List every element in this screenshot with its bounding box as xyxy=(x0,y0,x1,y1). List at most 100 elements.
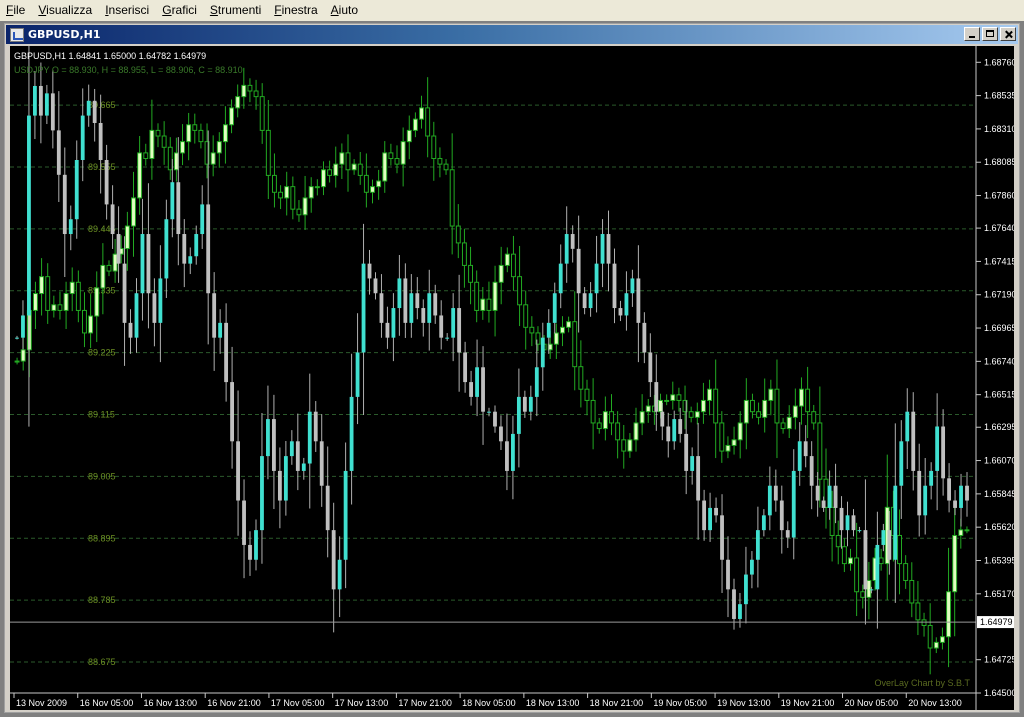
price-candle-body xyxy=(463,352,468,383)
price-candle-body xyxy=(624,293,629,316)
overlay-candle-body xyxy=(664,399,670,402)
price-candle-body xyxy=(236,441,240,501)
price-candle-body xyxy=(660,411,665,427)
price-candle-body xyxy=(445,337,450,339)
price-candle-body xyxy=(750,559,754,575)
menu-visualizza[interactable]: Visualizza xyxy=(32,0,99,21)
price-candle-body xyxy=(887,530,892,560)
window-controls xyxy=(962,27,1016,41)
price-candle-body xyxy=(385,322,390,338)
overlay-candle-body xyxy=(848,557,853,565)
price-candle-body xyxy=(122,263,127,323)
overlay-candle-body xyxy=(786,416,792,430)
overlay-candle-body xyxy=(308,186,314,199)
price-candle-body xyxy=(726,559,730,590)
price-candle-body xyxy=(696,456,701,501)
overlay-candle-body xyxy=(241,84,247,98)
price-candle-body xyxy=(325,485,330,531)
overlay-candle-body xyxy=(504,253,510,266)
overlay-candle-body xyxy=(633,422,639,441)
price-candle-body xyxy=(642,322,647,353)
overlay-candle-body xyxy=(700,399,706,413)
price-tick-label: 1.68535 xyxy=(984,91,1014,101)
price-candle-body xyxy=(815,485,820,501)
price-candle-body xyxy=(44,93,49,116)
overlay-candle-body xyxy=(57,304,63,311)
price-candle-body xyxy=(38,85,43,116)
price-candle-body xyxy=(797,441,802,471)
overlay-candle-body xyxy=(952,534,958,593)
overlay-candle-body xyxy=(578,366,584,390)
price-tick-label: 1.66070 xyxy=(984,456,1014,466)
chart-window-title: GBPUSD,H1 xyxy=(28,28,101,41)
price-candle-body xyxy=(68,219,73,235)
chart-window-titlebar[interactable]: GBPUSD,H1 xyxy=(6,25,1018,44)
overlay-candle-body xyxy=(455,225,461,244)
overlay-candle-body xyxy=(854,557,860,593)
price-tick-label: 1.66740 xyxy=(984,356,1014,366)
time-tick-label: 17 Nov 21:00 xyxy=(398,698,452,708)
overlay-candle-body xyxy=(351,163,357,171)
overlay-candle-body xyxy=(670,394,676,401)
price-candle-body xyxy=(266,419,270,457)
chart-window-icon[interactable] xyxy=(10,27,24,42)
price-candle-body xyxy=(457,308,462,353)
minimize-button[interactable] xyxy=(964,27,980,41)
overlay-candle-body xyxy=(82,309,87,334)
overlay-candle-body xyxy=(572,321,578,368)
overlay-candle-body xyxy=(639,411,645,424)
price-tick-label: 1.66515 xyxy=(984,390,1014,400)
price-candle-body xyxy=(744,574,748,605)
overlay-candle-body xyxy=(229,107,235,126)
price-candle-body xyxy=(767,485,772,516)
price-candle-body xyxy=(260,456,264,531)
price-candle-body xyxy=(176,182,181,235)
overlay-candle-body xyxy=(400,141,406,165)
overlay-candle-body xyxy=(566,321,572,328)
menu-strumenti[interactable]: Strumenti xyxy=(204,0,268,21)
menu-finestra[interactable]: Finestra xyxy=(268,0,324,21)
price-candle-body xyxy=(224,322,229,383)
overlay-candle-body xyxy=(523,304,529,328)
price-candle-body xyxy=(540,337,545,368)
price-tick-label: 1.65620 xyxy=(984,522,1014,532)
overlay-candle-body xyxy=(590,399,596,424)
usdjpy-overlay-series xyxy=(14,67,970,675)
price-candle-body xyxy=(134,293,139,338)
overlay-candle-body xyxy=(510,253,516,278)
maximize-button[interactable] xyxy=(982,27,998,41)
price-candle-body xyxy=(552,293,557,323)
overlay-candle-body xyxy=(860,591,866,598)
price-candle-body xyxy=(212,293,217,338)
overlay-candle-body xyxy=(363,174,369,193)
price-tick-label: 1.68760 xyxy=(984,57,1014,67)
price-candle-body xyxy=(361,263,366,353)
close-button[interactable] xyxy=(1000,27,1016,41)
price-candle-body xyxy=(230,382,234,442)
menu-inserisci[interactable]: Inserisci xyxy=(99,0,156,21)
menu-file[interactable]: File xyxy=(0,0,32,21)
price-candle-body xyxy=(283,456,288,501)
mdi-workspace: GBPUSD,H1 89.665 89.555 89.445 89.335 89.225… xyxy=(0,0,1024,717)
overlay-candle-body xyxy=(553,332,559,345)
price-candle-body xyxy=(630,278,635,294)
menu-aiuto[interactable]: Aiuto xyxy=(325,0,365,21)
time-tick-label: 16 Nov 05:00 xyxy=(80,698,134,708)
overlay-candle-body xyxy=(835,534,841,548)
price-candle-body xyxy=(875,544,880,590)
price-candle-body xyxy=(98,122,103,161)
overlay-candle-body xyxy=(841,546,847,565)
candlestick-chart[interactable]: 89.66589.55589.44589.33589.22589.11589.0… xyxy=(10,0,1017,710)
price-candle-body xyxy=(313,411,318,442)
overlay-candle-body xyxy=(602,411,608,430)
time-tick-label: 16 Nov 21:00 xyxy=(207,698,261,708)
price-candle-body xyxy=(690,456,695,471)
price-candle-body xyxy=(343,470,348,560)
overlay-candle-body xyxy=(780,422,786,430)
price-candle-body xyxy=(433,293,438,316)
menu-grafici[interactable]: Grafici xyxy=(156,0,204,21)
overlay-candle-body xyxy=(431,135,437,160)
price-candle-body xyxy=(379,293,384,323)
overlay-candle-body xyxy=(388,152,394,160)
chart-area[interactable]: 89.665 89.555 89.445 89.335 89.225 89.115 89.0… xyxy=(10,0,1017,710)
